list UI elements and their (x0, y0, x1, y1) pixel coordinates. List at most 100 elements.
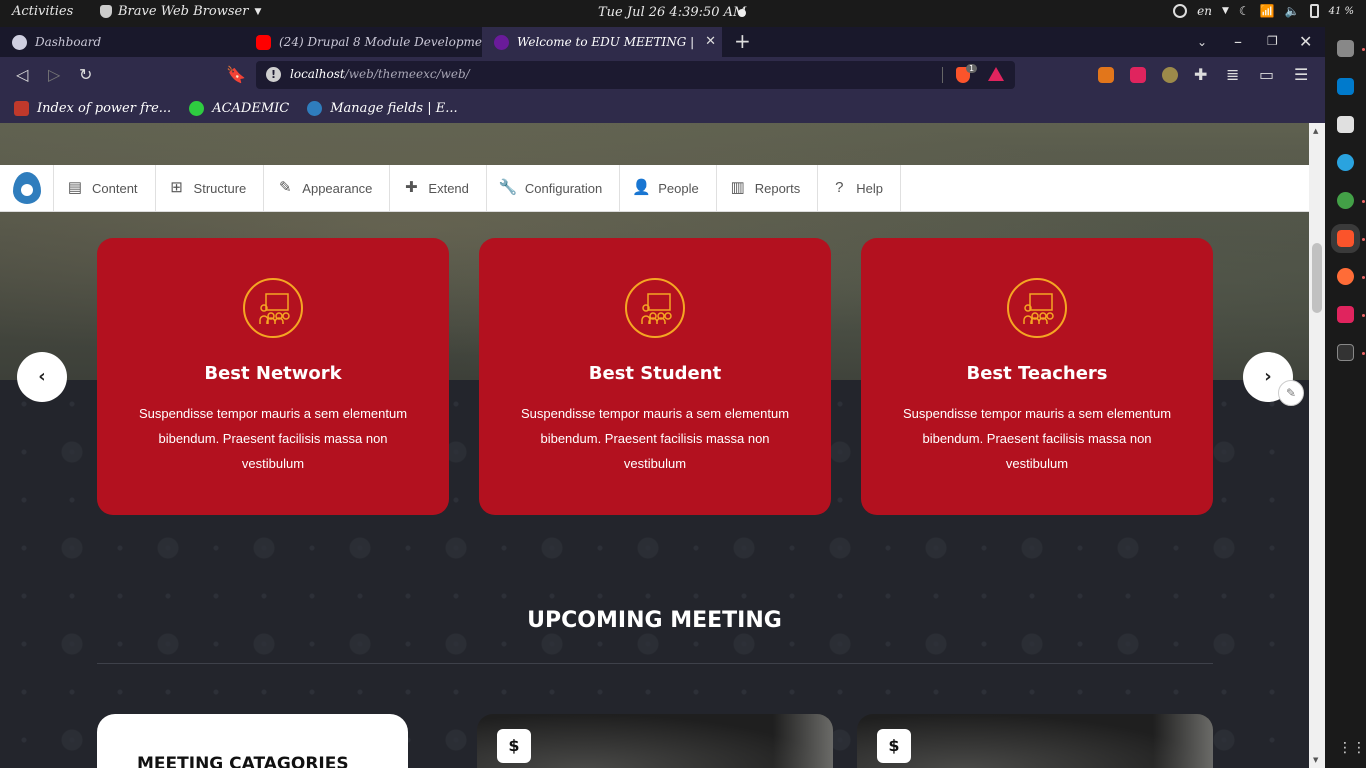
tab-youtube[interactable]: (24) Drupal 8 Module Development, (244, 27, 482, 57)
page-scrollbar[interactable]: ▲ ▼ (1309, 123, 1325, 768)
bookmark-item[interactable]: ACADEMIC (189, 100, 290, 116)
show-apps-grid-icon[interactable]: ⋮⋮⋮ (1338, 740, 1366, 756)
toolbar-item-content[interactable]: ▤ Content (54, 165, 156, 211)
reload-button[interactable]: ↻ (79, 65, 92, 84)
bookmark-label: ACADEMIC (212, 100, 290, 116)
night-light-icon: ☾ (1238, 4, 1250, 18)
scroll-down-icon[interactable]: ▼ (1313, 756, 1318, 764)
url-divider (942, 67, 943, 83)
dice-extension-icon[interactable] (1130, 67, 1146, 83)
bar-chart-icon: ▥ (730, 179, 745, 196)
scrollbar-thumb[interactable] (1312, 243, 1322, 313)
new-tab-button[interactable]: + (734, 29, 751, 53)
tab-edu-meeting[interactable]: Welcome to EDU MEETING | ✕ (482, 27, 722, 57)
meeting-card-image[interactable]: $ (477, 714, 833, 768)
update-app-icon[interactable] (1337, 192, 1354, 209)
close-tab-icon[interactable]: ✕ (705, 34, 716, 49)
extensions-puzzle-icon[interactable]: ✚ (1194, 65, 1207, 84)
playlist-icon[interactable]: ≣ (1226, 65, 1239, 84)
tab-title: Dashboard (35, 35, 102, 49)
brave-rewards-icon[interactable] (988, 67, 1004, 81)
language-indicator[interactable]: en (1197, 4, 1212, 18)
feature-title: Best Teachers (966, 363, 1108, 384)
price-badge: $ (497, 729, 531, 763)
site-info-icon[interactable]: ! (266, 67, 281, 82)
running-indicator (1362, 200, 1365, 203)
postman-app-icon[interactable] (1337, 268, 1354, 285)
toolbar-label: Structure (193, 180, 247, 196)
toolbar-item-structure[interactable]: ⊞ Structure (156, 165, 265, 211)
tab-dashboard[interactable]: Dashboard (0, 27, 244, 57)
wallet-icon[interactable]: ▭ (1259, 65, 1274, 84)
toolbar-item-configuration[interactable]: 🔧 Configuration (487, 165, 621, 211)
carousel-prev-button[interactable]: ‹ (17, 352, 67, 402)
shields-count: 1 (966, 64, 978, 73)
chevron-down-icon: ▼ (1222, 6, 1229, 16)
clock[interactable]: Tue Jul 26 4:39:50 AM (598, 5, 746, 20)
scroll-up-icon[interactable]: ▲ (1313, 127, 1318, 135)
battery-percent: 41 % (1328, 5, 1354, 17)
close-window-button[interactable]: ✕ (1299, 32, 1312, 51)
bookmark-icon[interactable]: 🔖 (226, 65, 246, 84)
toolbar-item-help[interactable]: ? Help (818, 165, 901, 211)
terminal-app-icon[interactable] (1337, 344, 1354, 361)
toolbar-label: Configuration (524, 180, 603, 196)
running-indicator (1362, 276, 1365, 279)
feature-text: Suspendisse tempor mauris a sem elementu… (520, 406, 790, 471)
bookmark-item[interactable]: Index of power fre... (14, 100, 171, 116)
categories-title: MEETING CATAGORIES (137, 754, 349, 768)
running-indicator (1362, 314, 1365, 317)
activities-button[interactable]: Activities (12, 4, 73, 19)
app-menu[interactable]: Brave Web Browser ▼ (100, 4, 261, 19)
battery-icon (1309, 4, 1319, 18)
brush-icon: ✎ (279, 179, 292, 196)
url-path: /web/themeexc/web/ (344, 67, 470, 81)
feature-card: Best Network Suspendisse tempor mauris a… (97, 238, 449, 515)
forward-button[interactable]: ▷ (48, 65, 60, 84)
brave-app-icon[interactable] (1331, 224, 1360, 253)
running-indicator (1362, 238, 1365, 241)
maximize-button[interactable]: ❐ (1267, 34, 1278, 48)
toolbar-label: Help (856, 180, 883, 196)
tab-search-chevron-icon[interactable]: ⌄ (1197, 35, 1207, 49)
drupal-drop-icon (12, 172, 41, 204)
toolbar-item-reports[interactable]: ▥ Reports (717, 165, 819, 211)
navigation-bar: ◁ ▷ ↻ 🔖 ! localhost/web/themeexc/web/ 1 … (0, 57, 1325, 93)
url-text[interactable]: localhost/web/themeexc/web/ (290, 67, 470, 81)
toolbar-item-people[interactable]: 👤 People (620, 165, 717, 211)
meeting-card-image[interactable]: $ (857, 714, 1213, 768)
toolbar-item-extend[interactable]: ✚ Extend (390, 165, 487, 211)
section-divider (97, 663, 1213, 664)
system-top-bar: Activities Brave Web Browser ▼ Tue Jul 2… (0, 0, 1366, 27)
bookmark-favicon-icon (14, 100, 29, 116)
web-page: ▤ Content ⊞ Structure ✎ Appearance ✚ Extend … (0, 123, 1309, 768)
menu-icon[interactable]: ☰ (1294, 65, 1308, 84)
bookmark-item[interactable]: Manage fields | E... (307, 100, 458, 116)
brave-icon (100, 5, 112, 18)
reader-app-icon[interactable] (1337, 116, 1354, 133)
metamask-extension-icon[interactable] (1098, 67, 1114, 83)
dock: ⋮⋮⋮ (1325, 27, 1366, 768)
meeting-group-icon (243, 278, 303, 338)
files-app-icon[interactable] (1337, 40, 1354, 57)
address-bar[interactable]: ! localhost/web/themeexc/web/ 1 (256, 61, 1015, 89)
feature-text: Suspendisse tempor mauris a sem elementu… (138, 406, 408, 471)
record-icon (1173, 4, 1188, 18)
drupal-favicon-icon (12, 34, 27, 50)
vscode-app-icon[interactable] (1337, 78, 1354, 95)
running-indicator (1362, 48, 1365, 51)
chat-app-icon[interactable] (1337, 306, 1354, 323)
drupal-logo-button[interactable] (0, 165, 54, 211)
back-button[interactable]: ◁ (16, 65, 28, 84)
running-indicator (1362, 352, 1365, 355)
profile-extension-icon[interactable] (1162, 67, 1178, 83)
edit-pencil-icon[interactable]: ✎ (1278, 380, 1304, 406)
telegram-app-icon[interactable] (1337, 154, 1354, 171)
help-icon: ? (835, 179, 844, 196)
toolbar-item-appearance[interactable]: ✎ Appearance (264, 165, 391, 211)
notification-dot-icon (738, 9, 746, 17)
toolbar-label: Extend (428, 180, 469, 196)
system-tray[interactable]: en ▼ ☾ 📶 🔈 41 % (1173, 4, 1354, 18)
minimize-button[interactable]: – (1234, 32, 1242, 51)
meeting-categories-box: MEETING CATAGORIES (97, 714, 408, 768)
